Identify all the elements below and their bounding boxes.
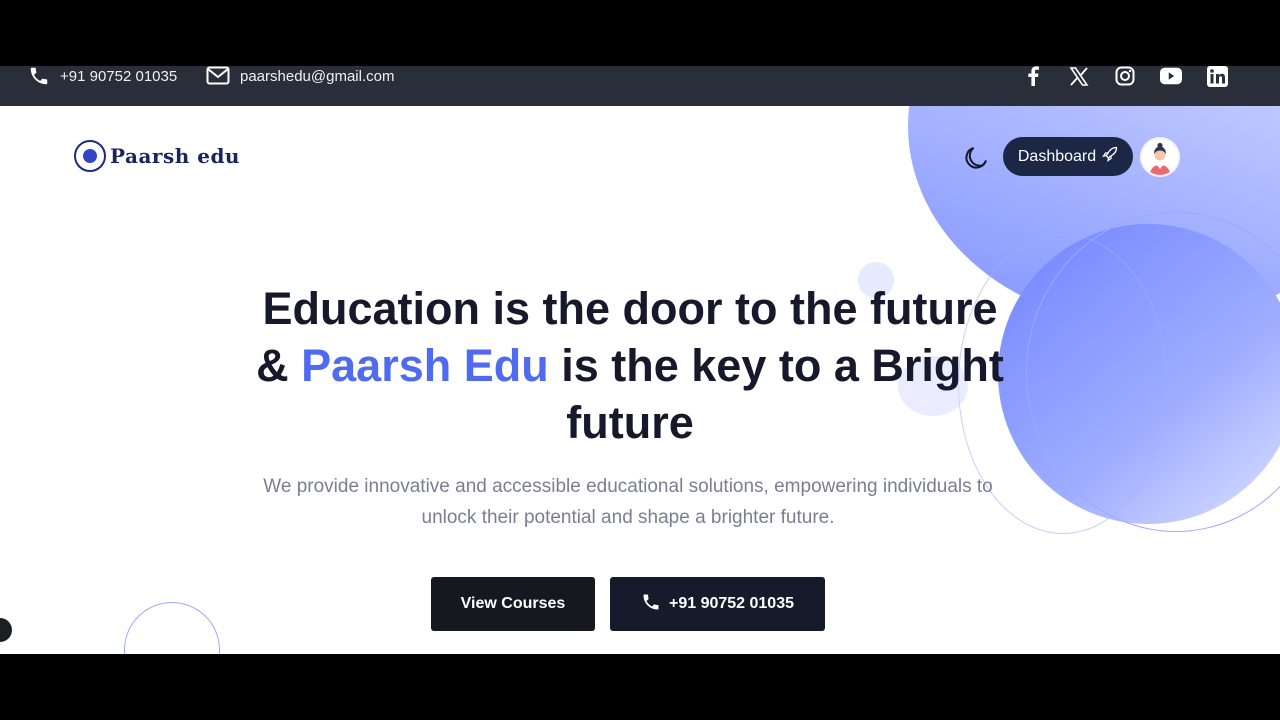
dashboard-button[interactable]: Dashboard <box>1003 137 1133 176</box>
call-button[interactable]: +91 90752 01035 <box>610 577 825 631</box>
x-icon[interactable] <box>1068 66 1090 87</box>
hero-subtitle: We provide innovative and accessible edu… <box>263 476 993 528</box>
phone-icon <box>641 592 661 617</box>
instagram-icon[interactable] <box>1114 66 1136 87</box>
call-button-label: +91 90752 01035 <box>668 595 794 612</box>
facebook-icon[interactable] <box>1022 66 1044 87</box>
dashboard-button-label: Dashboard <box>1017 147 1097 165</box>
letterbox-top <box>0 0 1280 66</box>
rocket-icon <box>1102 146 1118 167</box>
topbar-email-text: paarshedu@gmail.com <box>240 67 395 85</box>
top-info-bar: +91 90752 01035 paarshedu@gmail.com <box>0 66 1280 106</box>
view-courses-label: View Courses <box>460 595 566 612</box>
dark-mode-toggle-icon[interactable] <box>962 144 990 172</box>
hero-title-ampersand: & <box>256 340 289 391</box>
hero-title-line2: is the key to a Bright future <box>561 340 1004 448</box>
topbar-phone-text: +91 90752 01035 <box>60 67 178 85</box>
user-avatar[interactable] <box>1142 139 1178 175</box>
logo-icon <box>74 140 106 172</box>
site-logo[interactable]: Paarsh edu <box>74 140 240 172</box>
mail-icon <box>206 66 230 86</box>
decorative-ring <box>124 602 220 654</box>
page-viewport: +91 90752 01035 paarshedu@gmail.com Paar… <box>0 66 1280 654</box>
hero-title: Education is the door to the future & Pa… <box>190 280 1070 451</box>
phone-icon <box>28 66 50 87</box>
linkedin-icon[interactable] <box>1206 66 1228 87</box>
hero-title-line1: Education is the door to the future <box>262 283 998 334</box>
social-links <box>1022 66 1228 87</box>
view-courses-button[interactable]: View Courses <box>431 577 595 631</box>
hero-title-brand: Paarsh Edu <box>301 340 549 391</box>
logo-text: Paarsh edu <box>110 144 240 168</box>
side-widget-toggle[interactable] <box>0 618 12 642</box>
letterbox-bottom <box>0 654 1280 720</box>
topbar-email[interactable]: paarshedu@gmail.com <box>206 66 394 86</box>
youtube-icon[interactable] <box>1160 66 1182 87</box>
topbar-phone[interactable]: +91 90752 01035 <box>28 66 177 86</box>
